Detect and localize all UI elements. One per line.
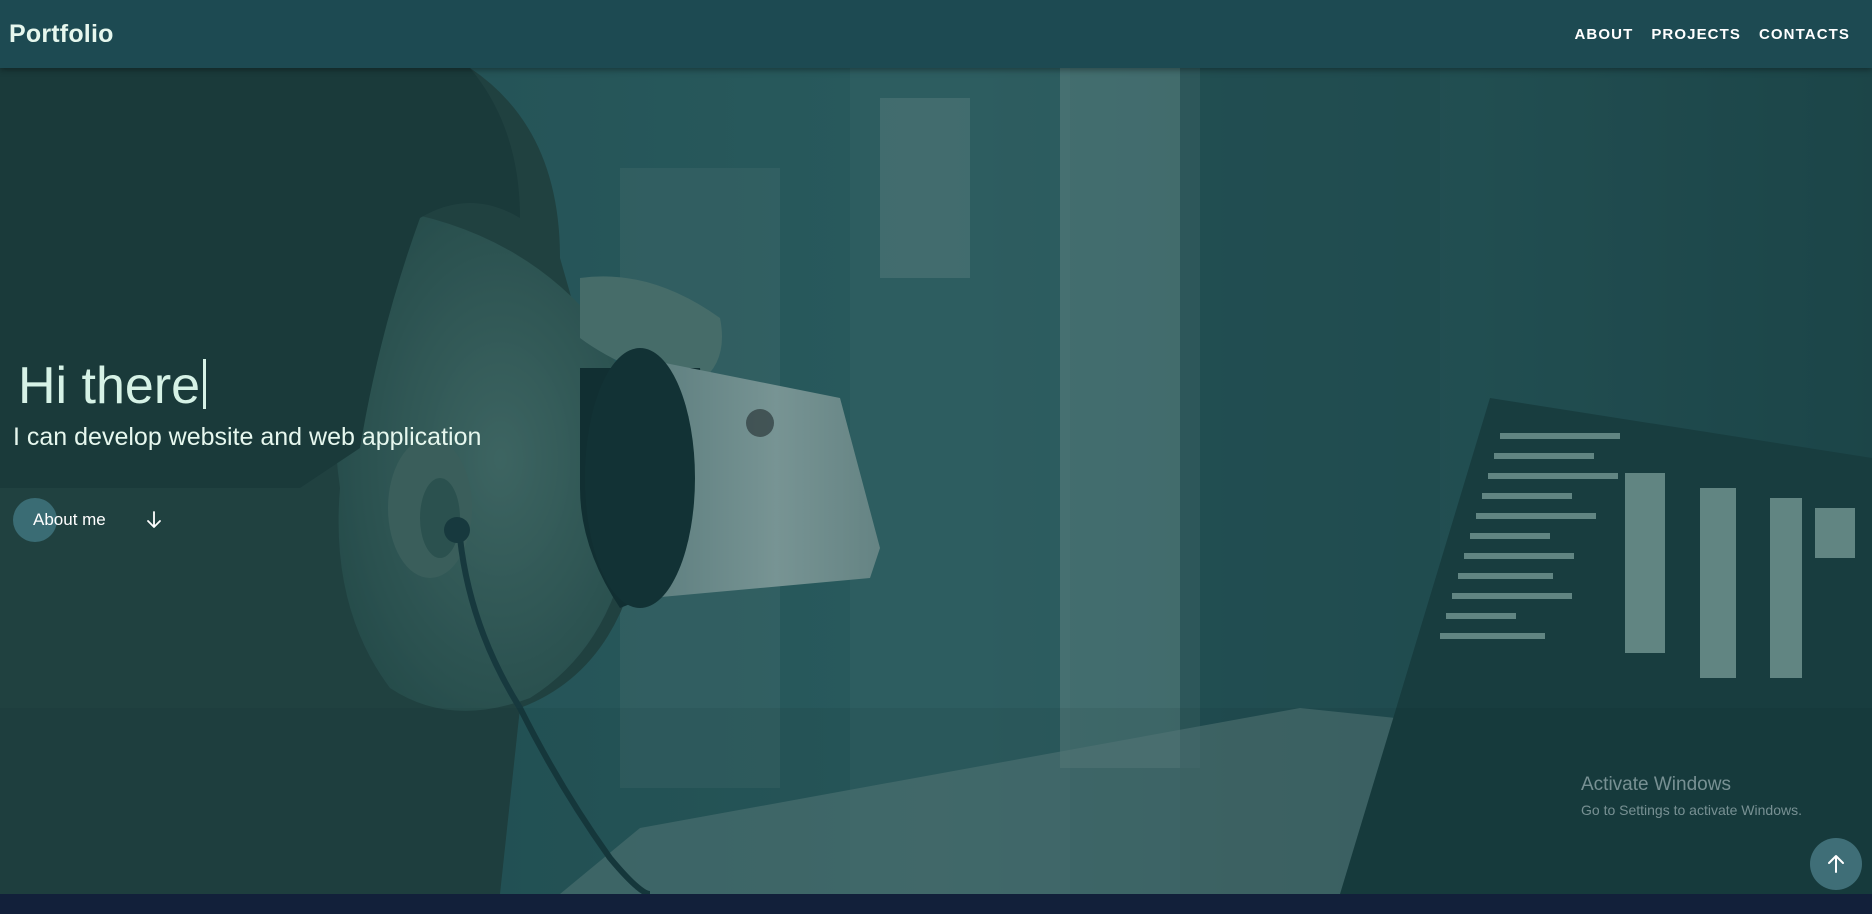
windows-activation-watermark: Activate Windows Go to Settings to activ… xyxy=(1581,774,1802,819)
nav-links: ABOUT PROJECTS CONTACTS xyxy=(1575,26,1851,43)
typing-cursor xyxy=(203,359,207,409)
watermark-title: Activate Windows xyxy=(1581,774,1731,795)
arrow-up-icon xyxy=(1828,855,1844,873)
nav-link-about[interactable]: ABOUT xyxy=(1575,26,1634,43)
footer-strip xyxy=(0,894,1872,914)
scroll-to-top-button[interactable] xyxy=(1810,838,1862,890)
arrow-down-icon xyxy=(144,510,164,530)
hero-title-text: Hi there xyxy=(18,357,201,415)
hero-overlay xyxy=(0,68,1872,894)
hero-section: Hi there I can develop website and web a… xyxy=(0,68,1872,894)
nav-link-projects[interactable]: PROJECTS xyxy=(1651,26,1741,43)
hero-title: Hi there xyxy=(18,356,207,416)
watermark-subtitle: Go to Settings to activate Windows. xyxy=(1581,802,1802,818)
nav-link-contacts[interactable]: CONTACTS xyxy=(1759,26,1850,43)
hero-subtitle: I can develop website and web applicatio… xyxy=(13,423,482,451)
brand-logo[interactable]: Portfolio xyxy=(9,20,114,49)
about-me-label: About me xyxy=(33,510,106,529)
navbar: Portfolio ABOUT PROJECTS CONTACTS xyxy=(0,0,1872,68)
about-me-button[interactable]: About me xyxy=(13,498,164,542)
